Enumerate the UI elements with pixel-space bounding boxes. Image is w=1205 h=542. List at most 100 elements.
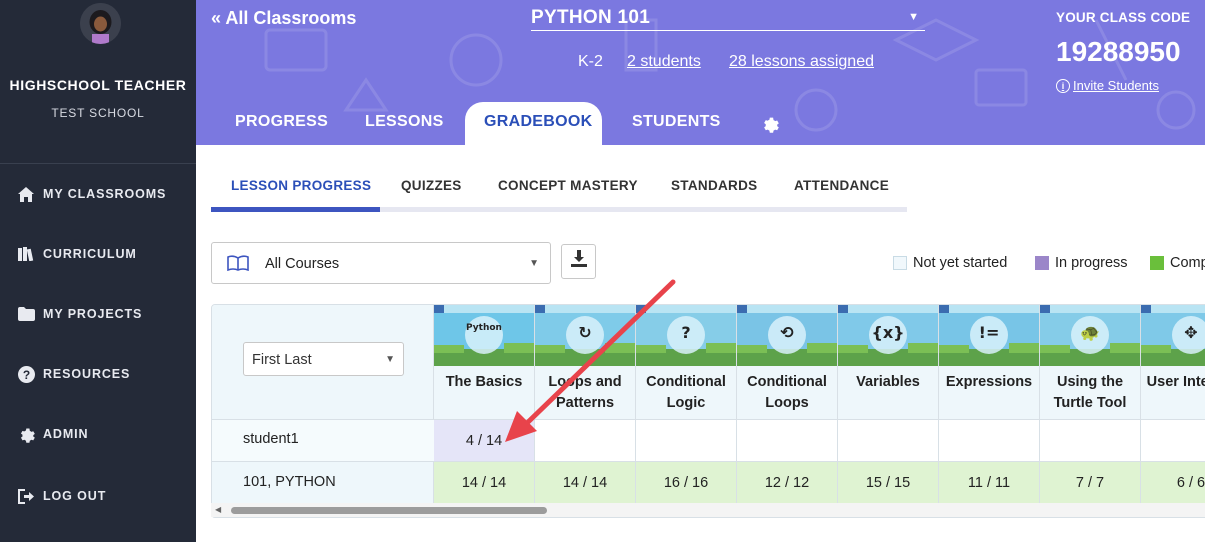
lesson-name[interactable]: Loops and Patterns [535, 372, 635, 414]
invite-students-label: Invite Students [1073, 78, 1159, 93]
name-sort-select[interactable]: First Last ▼ [243, 342, 404, 376]
gradebook-subtabs: LESSON PROGRESS QUIZZES CONCEPT MASTERY … [211, 165, 907, 212]
class-row-label[interactable]: 101, PYTHON [243, 474, 336, 490]
lesson-name[interactable]: Conditional Logic [636, 372, 736, 414]
student-progress-cell[interactable] [939, 420, 1039, 461]
class-progress-cell[interactable]: 7 / 7 [1040, 462, 1140, 503]
student-row-label[interactable]: student1 [243, 431, 299, 447]
lesson-column: != Expressions 11 / 11 [939, 305, 1040, 517]
class-progress-cell[interactable]: 11 / 11 [939, 462, 1039, 503]
lesson-thumbnail[interactable]: != [939, 305, 1039, 366]
lesson-thumbnail[interactable]: 🐢 [1040, 305, 1140, 366]
legend-label: Comp [1170, 255, 1205, 271]
subtab-standards[interactable]: STANDARDS [671, 178, 757, 193]
student-progress-cell[interactable] [1141, 420, 1205, 461]
tab-progress[interactable]: PROGRESS [235, 113, 328, 131]
book-icon [227, 255, 249, 276]
chevron-down-icon: ▼ [908, 11, 919, 23]
course-select[interactable]: All Courses ▼ [211, 242, 551, 284]
lesson-icon: ✥ [1184, 323, 1198, 342]
lesson-thumbnail[interactable]: ✥ [1141, 305, 1205, 366]
sidebar-item-label: MY CLASSROOMS [43, 187, 167, 201]
subtab-lesson-progress[interactable]: LESSON PROGRESS [231, 178, 371, 193]
student-progress-cell[interactable] [737, 420, 837, 461]
students-count-link[interactable]: 2 students [627, 53, 701, 71]
horizontal-scrollbar[interactable]: ◀ [211, 503, 1205, 517]
download-button[interactable] [561, 244, 596, 279]
sidebar-item-label: LOG OUT [43, 489, 107, 503]
class-grade: K-2 [578, 53, 603, 70]
student-progress-cell[interactable]: 4 / 14 [434, 420, 534, 461]
subtab-quizzes[interactable]: QUIZZES [401, 178, 462, 193]
logout-icon [17, 487, 35, 505]
sidebar-item-curriculum[interactable]: CURRICULUM [0, 234, 196, 274]
class-settings-gear-icon[interactable] [761, 115, 779, 133]
subtab-attendance[interactable]: ATTENDANCE [794, 178, 889, 193]
scroll-left-icon[interactable]: ◀ [215, 505, 221, 514]
sidebar-item-my-classrooms[interactable]: MY CLASSROOMS [0, 174, 196, 214]
lesson-name[interactable]: Variables [838, 372, 938, 393]
class-progress-cell[interactable]: 14 / 14 [434, 462, 534, 503]
student-progress-cell[interactable] [636, 420, 736, 461]
lesson-name[interactable]: Using the Turtle Tool [1040, 372, 1140, 414]
class-progress-cell[interactable]: 6 / 6 [1141, 462, 1205, 503]
legend-not-started: Not yet started [893, 255, 1007, 271]
subtab-active-indicator [211, 207, 380, 212]
class-name: PYTHON 101 [531, 7, 651, 28]
legend-swatch [893, 256, 907, 270]
class-progress-cell[interactable]: 15 / 15 [838, 462, 938, 503]
lesson-name[interactable]: Expressions [939, 372, 1039, 393]
sidebar-item-my-projects[interactable]: MY PROJECTS [0, 294, 196, 334]
tab-students[interactable]: STUDENTS [632, 113, 721, 131]
lesson-icon: ↻ [578, 323, 592, 342]
sidebar-item-label: MY PROJECTS [43, 307, 143, 321]
tab-gradebook[interactable]: GRADEBOOK [484, 113, 592, 131]
lesson-column: ⟲ Conditional Loops 12 / 12 [737, 305, 838, 517]
download-icon [570, 250, 588, 273]
row-divider [212, 419, 1205, 420]
lesson-name[interactable]: The Basics [434, 372, 534, 393]
lesson-column: 🐢 Using the Turtle Tool 7 / 7 [1040, 305, 1141, 517]
student-progress-cell[interactable] [535, 420, 635, 461]
lesson-column: ? Conditional Logic 16 / 16 [636, 305, 737, 517]
tab-lessons[interactable]: LESSONS [365, 113, 444, 131]
class-code-value: 19288950 [1056, 36, 1181, 67]
invite-students-link[interactable]: i Invite Students [1056, 78, 1159, 93]
teacher-name: HIGHSCHOOL TEACHER [9, 77, 187, 93]
gradebook-table: First Last ▼ student1 101, PYTHON Python… [211, 304, 1205, 518]
name-sort-value: First Last [252, 352, 312, 368]
class-select[interactable]: PYTHON 101 ▼ [531, 5, 925, 31]
all-classrooms-link[interactable]: « All Classrooms [211, 8, 356, 29]
student-name-column: First Last ▼ student1 101, PYTHON [212, 305, 434, 517]
class-progress-cell[interactable]: 14 / 14 [535, 462, 635, 503]
lesson-thumbnail[interactable]: ⟲ [737, 305, 837, 366]
lesson-name[interactable]: Conditional Loops [737, 372, 837, 414]
sidebar-item-resources[interactable]: ? RESOURCES [0, 354, 196, 394]
course-select-value: All Courses [265, 256, 340, 272]
lesson-thumbnail[interactable]: Python [434, 305, 534, 366]
chevron-down-icon: ▼ [385, 354, 395, 365]
lesson-icon: {x} [871, 323, 905, 342]
class-progress-cell[interactable]: 16 / 16 [636, 462, 736, 503]
sidebar-item-log-out[interactable]: LOG OUT [0, 476, 196, 516]
avatar[interactable] [80, 3, 121, 44]
lesson-name[interactable]: User Interact [1141, 372, 1205, 393]
lesson-icon: 🐢 [1080, 323, 1100, 342]
lesson-thumbnail[interactable]: ↻ [535, 305, 635, 366]
lesson-thumbnail[interactable]: {x} [838, 305, 938, 366]
student-progress-cell[interactable] [1040, 420, 1140, 461]
legend-complete: Comp [1150, 255, 1205, 271]
legend-swatch [1035, 256, 1049, 270]
legend-swatch [1150, 256, 1164, 270]
sidebar-item-admin[interactable]: ADMIN [0, 414, 196, 454]
legend-in-progress: In progress [1035, 255, 1128, 271]
subtab-concept-mastery[interactable]: CONCEPT MASTERY [498, 178, 638, 193]
svg-text:?: ? [22, 368, 29, 382]
scrollbar-thumb[interactable] [231, 507, 547, 514]
folder-icon [17, 305, 35, 323]
lessons-assigned-link[interactable]: 28 lessons assigned [729, 53, 874, 71]
legend-label: In progress [1055, 255, 1128, 271]
class-progress-cell[interactable]: 12 / 12 [737, 462, 837, 503]
lesson-thumbnail[interactable]: ? [636, 305, 736, 366]
student-progress-cell[interactable] [838, 420, 938, 461]
